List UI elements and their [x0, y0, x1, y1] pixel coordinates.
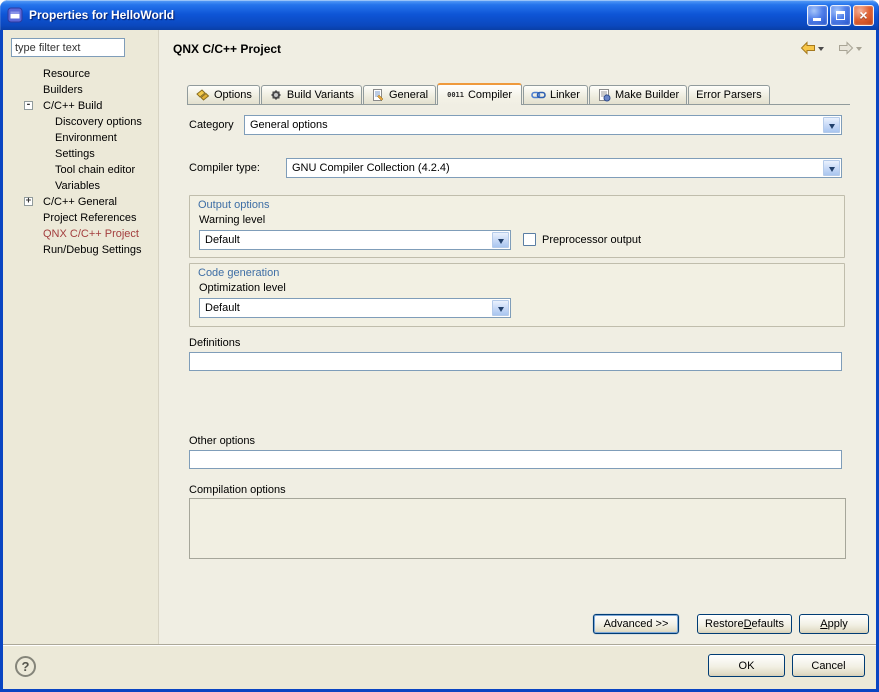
compiler-type-label: Compiler type:: [189, 161, 260, 175]
page-title: QNX C/C++ Project: [173, 42, 281, 56]
maximize-icon: [836, 11, 845, 20]
close-button[interactable]: ×: [853, 5, 874, 26]
tree-item-qnx-cpp-project[interactable]: QNX C/C++ Project: [8, 226, 158, 242]
optimization-level-select[interactable]: Default: [199, 298, 511, 318]
compiler-type-select[interactable]: GNU Compiler Collection (4.2.4): [286, 158, 842, 178]
output-options-group: Output options Warning level Default Pre…: [189, 195, 845, 258]
optimization-level-label: Optimization level: [199, 282, 286, 294]
tab-compiler[interactable]: 0011 Compiler: [437, 83, 522, 105]
help-icon: ?: [22, 659, 30, 674]
tree-item-settings[interactable]: Settings: [8, 146, 158, 162]
definitions-label: Definitions: [189, 336, 240, 350]
dialog-body: Resource Builders - C/C++ Build Discover…: [3, 30, 876, 689]
tree-item-tool-chain-editor[interactable]: Tool chain editor: [8, 162, 158, 178]
tab-bar: Options Build Variants General 0011 Comp…: [187, 83, 850, 105]
advanced-button[interactable]: Advanced >>: [593, 614, 679, 634]
close-icon: ×: [859, 8, 867, 22]
general-icon: [371, 88, 385, 102]
tree-collapse-icon[interactable]: -: [24, 101, 33, 110]
tab-general[interactable]: General: [363, 85, 436, 104]
dropdown-arrow-icon[interactable]: [492, 300, 509, 316]
tab-make-builder[interactable]: Make Builder: [589, 85, 687, 104]
title-bar[interactable]: Properties for HelloWorld ×: [0, 0, 879, 30]
main-panel: QNX C/C++ Project Options: [158, 30, 876, 644]
category-select[interactable]: General options: [244, 115, 842, 135]
linker-icon: [531, 88, 546, 102]
warning-level-select[interactable]: Default: [199, 230, 511, 250]
help-button[interactable]: ?: [15, 656, 36, 677]
properties-dialog: Properties for HelloWorld × Resource Bui…: [0, 0, 879, 692]
back-button[interactable]: [797, 39, 826, 57]
maximize-button[interactable]: [830, 5, 851, 26]
tab-error-parsers[interactable]: Error Parsers: [688, 85, 769, 104]
apply-button[interactable]: Apply: [799, 614, 869, 634]
dropdown-arrow-icon[interactable]: [492, 232, 509, 248]
forward-arrow-icon: [837, 40, 855, 56]
ok-button[interactable]: OK: [708, 654, 785, 677]
window-title: Properties for HelloWorld: [29, 8, 801, 22]
compilation-options-label: Compilation options: [189, 483, 286, 497]
options-icon: [195, 88, 210, 102]
build-variants-icon: [269, 88, 283, 102]
page-navigation: [797, 39, 864, 57]
preprocessor-output-checkbox[interactable]: [523, 233, 536, 246]
dropdown-arrow-icon[interactable]: [823, 160, 840, 176]
filter-input[interactable]: [11, 38, 125, 57]
output-options-title: Output options: [198, 199, 270, 211]
category-label: Category: [189, 118, 234, 132]
code-generation-title: Code generation: [198, 267, 279, 279]
back-menu-icon[interactable]: [818, 47, 824, 54]
tab-options[interactable]: Options: [187, 85, 260, 104]
tree-item-variables[interactable]: Variables: [8, 178, 158, 194]
compiler-icon: 0011: [447, 91, 464, 99]
tree-expand-icon[interactable]: +: [24, 197, 33, 206]
tree-item-cpp-build[interactable]: - C/C++ Build: [8, 98, 158, 114]
other-options-label: Other options: [189, 434, 255, 448]
compilation-options-textarea[interactable]: [189, 498, 846, 559]
restore-defaults-button[interactable]: Restore Defaults: [697, 614, 792, 634]
forward-menu-icon[interactable]: [856, 47, 862, 54]
code-generation-group: Code generation Optimization level Defau…: [189, 263, 845, 327]
dropdown-arrow-icon[interactable]: [823, 117, 840, 133]
preprocessor-output-label: Preprocessor output: [542, 234, 641, 246]
tree-item-project-references[interactable]: Project References: [8, 210, 158, 226]
warning-level-label: Warning level: [199, 214, 265, 226]
tree-item-resource[interactable]: Resource: [8, 66, 158, 82]
minimize-icon: [813, 18, 821, 21]
definitions-input[interactable]: [189, 352, 842, 371]
property-pages-tree: Resource Builders - C/C++ Build Discover…: [8, 66, 158, 258]
minimize-button[interactable]: [807, 5, 828, 26]
tree-item-environment[interactable]: Environment: [8, 130, 158, 146]
make-builder-icon: [597, 88, 611, 102]
dialog-icon: [7, 7, 23, 23]
tree-item-builders[interactable]: Builders: [8, 82, 158, 98]
dialog-footer: ? OK Cancel: [3, 644, 876, 689]
tree-item-discovery-options[interactable]: Discovery options: [8, 114, 158, 130]
tree-item-cpp-general[interactable]: + C/C++ General: [8, 194, 158, 210]
sidebar: Resource Builders - C/C++ Build Discover…: [8, 38, 158, 643]
tab-build-variants[interactable]: Build Variants: [261, 85, 362, 104]
tree-item-run-debug-settings[interactable]: Run/Debug Settings: [8, 242, 158, 258]
cancel-button[interactable]: Cancel: [792, 654, 865, 677]
other-options-input[interactable]: [189, 450, 842, 469]
tab-linker[interactable]: Linker: [523, 85, 588, 104]
back-arrow-icon: [799, 40, 817, 56]
forward-button[interactable]: [835, 39, 864, 57]
